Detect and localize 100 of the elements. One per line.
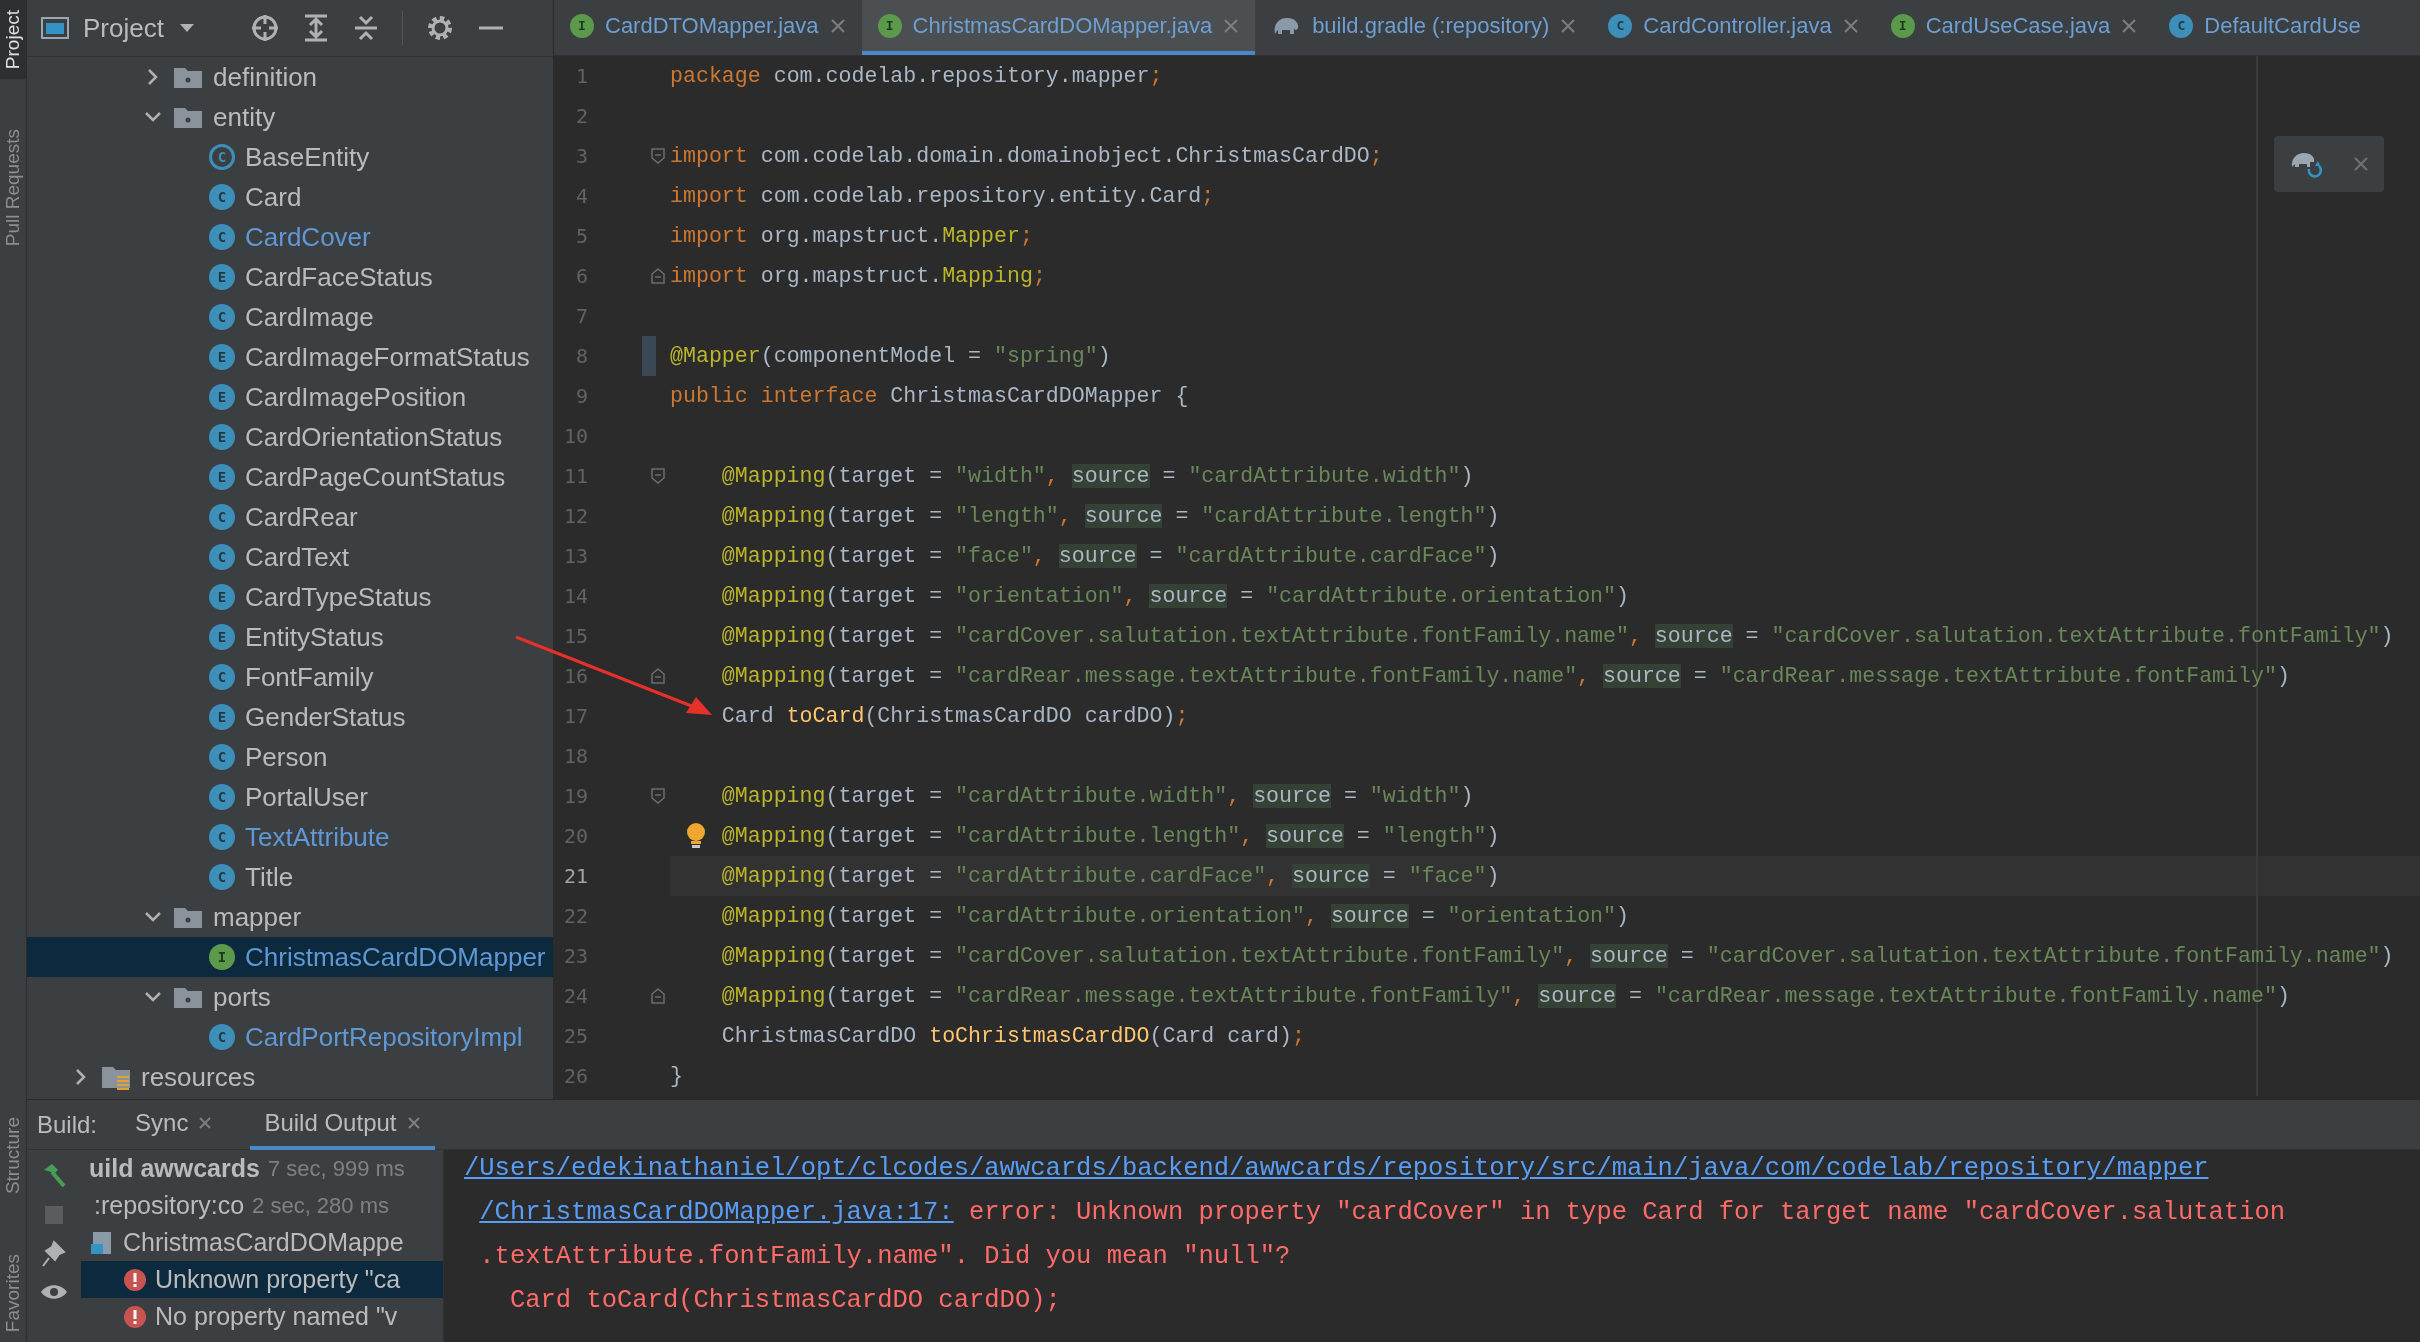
close-icon[interactable] bbox=[198, 1115, 213, 1130]
abstract-class-icon: C bbox=[209, 144, 235, 170]
tree-row[interactable]: E CardTypeStatus bbox=[27, 577, 553, 617]
folder-name: resources bbox=[141, 1061, 256, 1093]
folder-name: definition bbox=[213, 61, 318, 93]
close-icon[interactable] bbox=[829, 17, 846, 34]
tree-row[interactable]: C BaseEntity bbox=[27, 137, 553, 177]
line-number: 9 bbox=[574, 383, 588, 410]
window-icon bbox=[41, 16, 69, 40]
interface-icon: I bbox=[209, 944, 235, 970]
file-name: CardCover bbox=[245, 221, 371, 253]
tree-row[interactable]: E CardPageCountStatus bbox=[27, 457, 553, 497]
panel-tab[interactable]: Build Output bbox=[250, 1099, 435, 1150]
folder-name: entity bbox=[213, 101, 276, 133]
crosshair-icon[interactable] bbox=[249, 13, 280, 43]
file-name: CardPortRepositoryImpl bbox=[245, 1021, 523, 1053]
panel-label: Build: bbox=[37, 1110, 98, 1139]
folder-name: mapper bbox=[213, 901, 302, 933]
fold-icon[interactable] bbox=[650, 467, 666, 485]
tree-row[interactable]: E EntityStatus bbox=[27, 617, 553, 657]
build-tree-row[interactable]: ChristmasCardDOMappe bbox=[81, 1224, 443, 1261]
tree-row[interactable]: C Title bbox=[27, 857, 553, 897]
close-icon[interactable] bbox=[1560, 17, 1577, 34]
tree-row[interactable]: C PortalUser bbox=[27, 777, 553, 817]
file-link[interactable]: /ChristmasCardDOMapper.java:17: bbox=[479, 1198, 954, 1227]
tree-row[interactable]: C Person bbox=[27, 737, 553, 777]
tree-row[interactable]: ports bbox=[27, 977, 553, 1017]
tool-window-tab[interactable]: Structure bbox=[0, 1106, 26, 1204]
build-tree-row[interactable]: Unknown property "ca bbox=[81, 1261, 443, 1298]
line-number: 1 bbox=[574, 63, 588, 90]
editor-tab[interactable]: I ChristmasCardDOMapper.java bbox=[861, 0, 1256, 55]
editor-tab[interactable]: C DefaultCardUse bbox=[2153, 0, 2377, 55]
panel-tab[interactable]: Sync bbox=[121, 1099, 227, 1150]
tree-row[interactable]: C FontFamily bbox=[27, 657, 553, 697]
error-icon bbox=[123, 1304, 147, 1329]
enum-icon: E bbox=[209, 424, 235, 450]
caret-icon[interactable] bbox=[177, 22, 196, 34]
line-number: 3 bbox=[574, 143, 588, 170]
fold-icon[interactable] bbox=[650, 667, 666, 685]
close-icon[interactable] bbox=[2351, 155, 2370, 173]
editor-tab[interactable]: C CardController.java bbox=[1592, 0, 1875, 55]
eye-icon[interactable] bbox=[39, 1282, 69, 1302]
stop-icon[interactable] bbox=[43, 1204, 65, 1226]
close-icon[interactable] bbox=[2121, 17, 2138, 34]
file-name: TextAttribute bbox=[245, 821, 390, 853]
file-link[interactable]: /Users/edekinathaniel/opt/clcodes/awwcards/backend/awwcards/repository/src/main/java/com/codelab/repository/mapper bbox=[464, 1154, 2209, 1183]
pin-icon[interactable] bbox=[41, 1240, 67, 1268]
tree-row[interactable]: I ChristmasCardDOMapper bbox=[27, 937, 553, 977]
interface-icon: I bbox=[570, 13, 594, 38]
tree-row[interactable]: resources bbox=[27, 1057, 553, 1097]
line-number: 13 bbox=[562, 543, 588, 570]
line-number: 11 bbox=[562, 463, 588, 490]
tree-row[interactable]: C CardPortRepositoryImpl bbox=[27, 1017, 553, 1057]
error-message: .textAttribute.fontFamily.name". Did you mean "null"? bbox=[478, 1242, 1292, 1273]
tool-window-tab[interactable]: Pull Requests bbox=[0, 119, 26, 257]
build-tree-row[interactable]: No property named "v bbox=[81, 1298, 443, 1335]
tool-window-tab[interactable]: Favorites bbox=[0, 1243, 26, 1342]
interface-icon: I bbox=[1890, 13, 1915, 38]
tree-row[interactable]: C CardRear bbox=[27, 497, 553, 537]
tree-row[interactable]: mapper bbox=[27, 897, 553, 937]
fold-icon[interactable] bbox=[650, 147, 666, 165]
tree-row[interactable]: C CardImage bbox=[27, 297, 553, 337]
line-number: 17 bbox=[562, 703, 588, 730]
file-name: CardTypeStatus bbox=[245, 581, 432, 613]
class-icon: C bbox=[209, 224, 235, 250]
tree-row[interactable]: E CardImagePosition bbox=[27, 377, 553, 417]
tool-window-tab[interactable]: Project bbox=[0, 0, 26, 80]
tree-row[interactable]: C Card bbox=[27, 177, 553, 217]
lightbulb-icon[interactable] bbox=[686, 822, 706, 850]
class-icon: C bbox=[1608, 13, 1633, 38]
tree-row[interactable]: entity bbox=[27, 97, 553, 137]
tree-row[interactable]: E CardFaceStatus bbox=[27, 257, 553, 297]
fold-icon[interactable] bbox=[650, 987, 666, 1005]
fold-icon[interactable] bbox=[650, 267, 666, 285]
close-icon[interactable] bbox=[1223, 17, 1240, 34]
editor-tab[interactable]: I CardDTOMapper.java bbox=[554, 0, 862, 55]
tree-row[interactable]: C CardText bbox=[27, 537, 553, 577]
file-name: BaseEntity bbox=[245, 141, 370, 173]
line-number: 2 bbox=[574, 103, 588, 130]
tree-row[interactable]: C TextAttribute bbox=[27, 817, 553, 857]
line-number: 10 bbox=[562, 423, 588, 450]
duration: 2 sec, 280 ms bbox=[252, 1192, 389, 1219]
line-number: 23 bbox=[562, 943, 588, 970]
fold-icon[interactable] bbox=[650, 787, 666, 805]
build-tree-row[interactable]: :repository:co 2 sec, 280 ms bbox=[81, 1187, 443, 1224]
line-number: 6 bbox=[574, 263, 588, 290]
editor-tab[interactable]: I CardUseCase.java bbox=[1874, 0, 2154, 55]
tree-row[interactable]: E CardImageFormatStatus bbox=[27, 337, 553, 377]
line-number: 21 bbox=[562, 863, 588, 890]
tree-row[interactable]: E CardOrientationStatus bbox=[27, 417, 553, 457]
close-icon[interactable] bbox=[1842, 17, 1859, 34]
editor-tab[interactable]: build.gradle (:repository) bbox=[1255, 0, 1593, 55]
error-icon bbox=[123, 1267, 147, 1292]
close-icon[interactable] bbox=[406, 1115, 421, 1130]
tree-row[interactable]: definition bbox=[27, 57, 553, 97]
tree-row[interactable]: E GenderStatus bbox=[27, 697, 553, 737]
file-name: CardOrientationStatus bbox=[245, 421, 503, 453]
build-tree-row[interactable]: uild awwcards 7 sec, 999 ms bbox=[81, 1150, 443, 1187]
line-number: 26 bbox=[562, 1063, 588, 1090]
tree-row[interactable]: C CardCover bbox=[27, 217, 553, 257]
